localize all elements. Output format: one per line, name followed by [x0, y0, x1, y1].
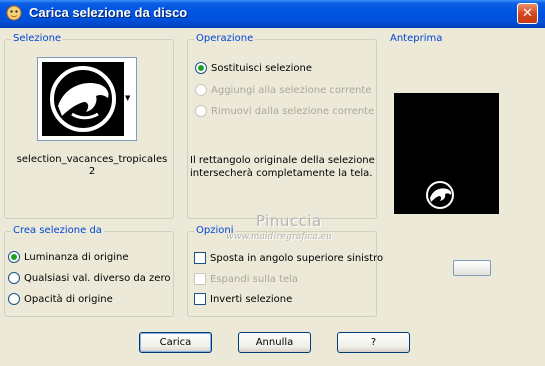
radio-dot: [8, 251, 20, 263]
operazione-group-label: Operazione: [194, 33, 256, 44]
dolphin-logo-icon: [50, 66, 116, 132]
checkbox-label: Espandi sulla tela: [210, 273, 299, 285]
crea-selezione-group-label: Crea selezione da: [11, 225, 104, 236]
preview-canvas: [394, 93, 499, 214]
check-sposta-angolo[interactable]: Sposta in angolo superiore sinistro: [194, 252, 383, 264]
radio-aggiungi[interactable]: Aggiungi alla selezione corrente: [195, 84, 371, 96]
radio-dot: [195, 84, 207, 96]
radio-dot: [195, 105, 207, 117]
selezione-group: Selezione ▼ selection_vacances_tropicale…: [4, 33, 174, 219]
operazione-group: Operazione Sostituisci selezione Aggiung…: [187, 33, 377, 219]
radio-dot: [195, 62, 207, 74]
watermark-name: Pinuccia: [256, 212, 322, 230]
anteprima-group-label: Anteprima: [388, 33, 445, 44]
selection-filename-line2: 2: [88, 166, 96, 177]
check-inverti-selezione[interactable]: Inverti selezione: [194, 293, 292, 305]
selection-filename-line1: selection_vacances_tropicales: [16, 154, 168, 165]
selection-thumbnail: [42, 62, 124, 136]
watermark-url: www.maidiregrafica.eu: [226, 232, 332, 242]
chevron-down-icon: ▼: [125, 94, 131, 102]
preview-zoom-button[interactable]: [453, 260, 491, 276]
checkbox-label: Sposta in angolo superiore sinistro: [210, 252, 384, 264]
radio-dot: [8, 293, 20, 305]
operazione-note-line2: intersecherà completamente la tela.: [190, 168, 373, 179]
dialog-body: Selezione ▼ selection_vacances_tropicale…: [0, 28, 545, 366]
checkbox-box: [194, 273, 206, 285]
help-button-label: ?: [370, 337, 377, 348]
radio-label: Luminanza di origine: [24, 251, 129, 263]
close-icon: ✕: [522, 6, 533, 21]
checkbox-box: [194, 252, 206, 264]
annulla-button[interactable]: Annulla: [238, 332, 311, 353]
carica-button-label: Carica: [159, 337, 192, 348]
radio-label: Aggiungi alla selezione corrente: [211, 84, 372, 96]
radio-dot: [8, 272, 20, 284]
radio-qualsiasi[interactable]: Qualsiasi val. diverso da zero: [8, 272, 170, 284]
checkbox-box: [194, 293, 206, 305]
radio-label: Qualsiasi val. diverso da zero: [24, 272, 171, 284]
radio-opacita[interactable]: Opacità di origine: [8, 293, 113, 305]
radio-sostituisci[interactable]: Sostituisci selezione: [195, 62, 312, 74]
carica-button[interactable]: Carica: [139, 332, 212, 353]
radio-label: Sostituisci selezione: [211, 62, 313, 74]
app-icon: [6, 5, 22, 21]
check-espandi-tela[interactable]: Espandi sulla tela: [194, 273, 298, 285]
radio-label: Rimuovi dalla selezione corrente: [211, 105, 375, 117]
selection-thumbnail-dropdown[interactable]: ▼: [37, 57, 137, 141]
opzioni-group: Opzioni Sposta in angolo superiore sinis…: [187, 225, 383, 317]
dolphin-logo-icon: [426, 181, 454, 209]
annulla-button-label: Annulla: [255, 337, 294, 348]
operazione-note: Il rettangolo originale della selezione …: [190, 154, 375, 180]
radio-luminanza[interactable]: Luminanza di origine: [8, 251, 129, 263]
checkbox-label: Inverti selezione: [210, 293, 293, 305]
selezione-group-label: Selezione: [11, 33, 64, 44]
radio-label: Opacità di origine: [24, 293, 113, 305]
operazione-note-line1: Il rettangolo originale della selezione: [190, 155, 375, 166]
crea-selezione-group: Crea selezione da Luminanza di origine Q…: [4, 225, 174, 317]
radio-rimuovi[interactable]: Rimuovi dalla selezione corrente: [195, 105, 374, 117]
title-bar[interactable]: Carica selezione da disco ✕: [0, 0, 545, 28]
close-button[interactable]: ✕: [517, 3, 538, 24]
window-title: Carica selezione da disco: [29, 5, 188, 20]
selection-filename: selection_vacances_tropicales 2: [12, 154, 172, 178]
help-button[interactable]: ?: [337, 332, 410, 353]
